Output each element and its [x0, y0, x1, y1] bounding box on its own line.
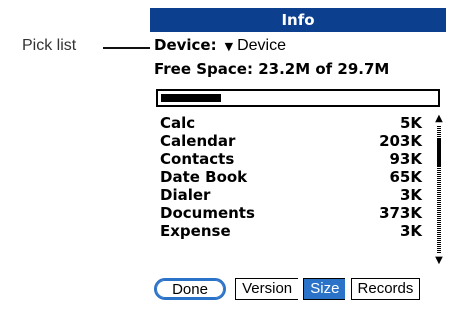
button-bar: Done Version Size Records — [154, 278, 421, 302]
list-item[interactable]: Date Book 65K — [154, 168, 426, 186]
records-button[interactable]: Records — [350, 278, 421, 300]
scroll-thumb[interactable] — [437, 138, 441, 166]
list-item[interactable]: Contacts 93K — [154, 150, 426, 168]
free-space-text: Free Space: 23.2M of 29.7M — [154, 60, 390, 78]
triangle-down-icon[interactable]: ▼ — [225, 40, 233, 53]
app-size: 3K — [399, 186, 422, 204]
list-item[interactable]: Calc 5K — [154, 114, 426, 132]
app-name: Dialer — [160, 186, 211, 204]
size-button[interactable]: Size — [303, 278, 346, 300]
app-name: Calc — [160, 114, 196, 132]
window-title: Info — [150, 8, 446, 32]
done-button[interactable]: Done — [154, 278, 226, 300]
list-item[interactable]: Expense 3K — [154, 222, 426, 240]
arrow-down-icon[interactable]: ▼ — [434, 256, 444, 266]
info-screenshot: Pick list Info Device: ▼ Device Free Space… — [0, 0, 450, 309]
app-size: 203K — [379, 132, 422, 150]
storage-usage-fill — [161, 94, 221, 102]
device-label: Device: — [154, 36, 217, 54]
device-pick-list-row: Device: ▼ Device — [154, 36, 286, 56]
storage-usage-bar — [156, 89, 440, 107]
app-size: 5K — [399, 114, 422, 132]
device-pick-list[interactable]: Device — [237, 37, 286, 54]
list-scrollbar[interactable]: ▲ ▼ — [432, 114, 446, 266]
app-name: Documents — [160, 204, 255, 222]
app-name: Expense — [160, 222, 231, 240]
app-name: Date Book — [160, 168, 248, 186]
list-item[interactable]: Documents 373K — [154, 204, 426, 222]
arrow-up-icon[interactable]: ▲ — [434, 114, 444, 124]
app-size-list: Calc 5K Calendar 203K Contacts 93K Date Book 65… — [154, 114, 426, 240]
version-button[interactable]: Version — [235, 278, 299, 300]
app-size: 93K — [389, 150, 423, 168]
pick-list-callout-line — [103, 47, 154, 49]
list-item[interactable]: Dialer 3K — [154, 186, 426, 204]
list-item[interactable]: Calendar 203K — [154, 132, 426, 150]
app-size: 373K — [379, 204, 422, 222]
app-size: 65K — [389, 168, 423, 186]
app-name: Calendar — [160, 132, 236, 150]
app-name: Contacts — [160, 150, 235, 168]
info-screen: Info Device: ▼ Device Free Space: 23.2M of… — [150, 8, 446, 309]
pick-list-callout-label: Pick list — [22, 37, 77, 54]
app-size: 3K — [399, 222, 422, 240]
